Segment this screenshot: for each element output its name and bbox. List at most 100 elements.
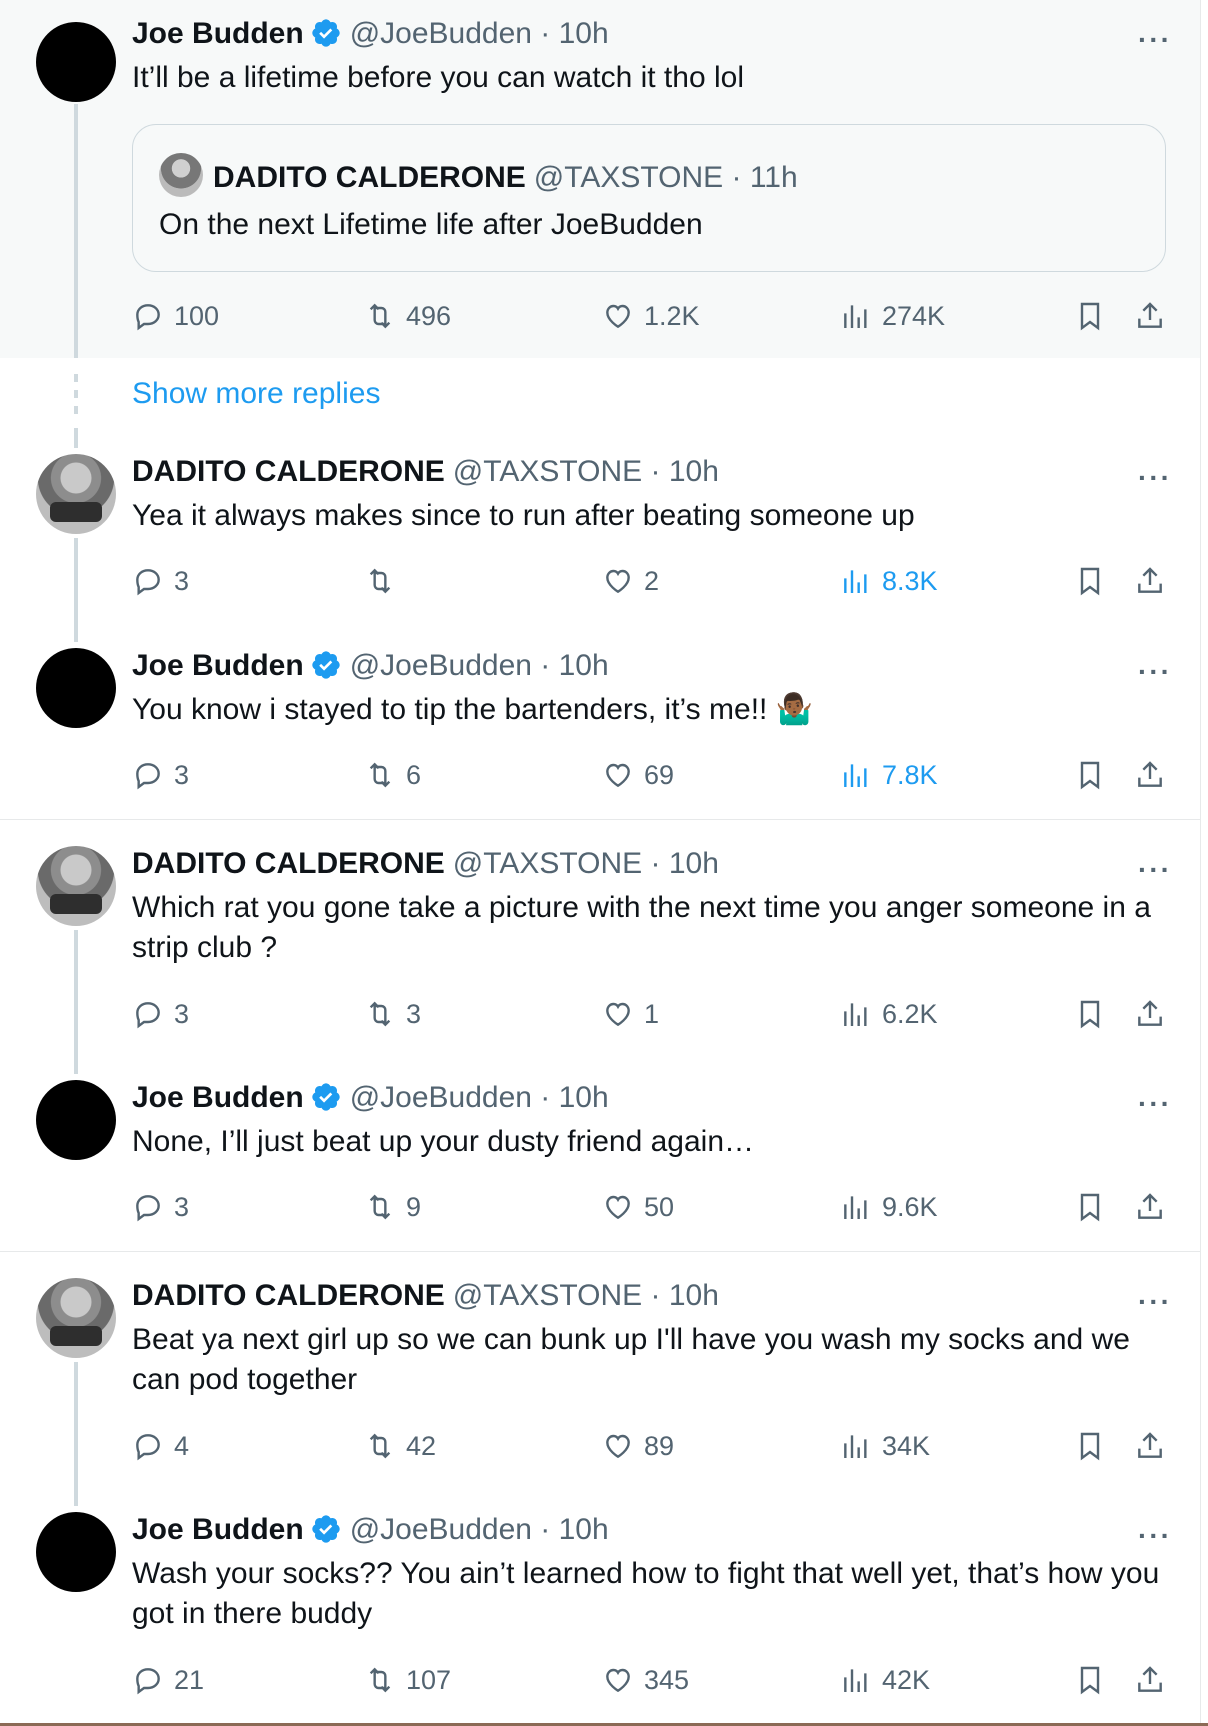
bookmark-button[interactable] bbox=[1074, 1187, 1106, 1227]
views-button[interactable]: 34K bbox=[840, 1426, 930, 1466]
tweet-header: DADITO CALDERONE @TAXSTONE · 10h bbox=[132, 452, 1170, 492]
tweet-dadito-2[interactable]: DADITO CALDERONE @TAXSTONE · 10h ··· Whic… bbox=[0, 840, 1200, 1074]
views-button[interactable]: 42K bbox=[840, 1660, 930, 1700]
views-button[interactable]: 6.2K bbox=[840, 994, 938, 1034]
more-icon[interactable]: ··· bbox=[1138, 464, 1172, 492]
share-button[interactable] bbox=[1134, 994, 1166, 1034]
bookmark-button[interactable] bbox=[1074, 755, 1106, 795]
author-name[interactable]: Joe Budden bbox=[132, 17, 304, 50]
like-button[interactable]: 69 bbox=[602, 755, 674, 795]
reply-button[interactable]: 3 bbox=[132, 755, 189, 795]
like-icon bbox=[606, 304, 630, 329]
action-bar: 3 9 50 9.6K bbox=[132, 1187, 1172, 1227]
retweet-icon bbox=[369, 1194, 391, 1220]
author-handle[interactable]: @JoeBudden · 10h bbox=[350, 1081, 609, 1114]
view-count: 274K bbox=[882, 300, 946, 331]
retweet-button[interactable] bbox=[364, 561, 406, 601]
views-icon bbox=[844, 764, 867, 787]
tweet-dadito-3[interactable]: DADITO CALDERONE @TAXSTONE · 10h ··· Beat… bbox=[0, 1272, 1200, 1506]
action-bar: 21 107 345 42K bbox=[132, 1660, 1172, 1700]
author-name[interactable]: DADITO CALDERONE bbox=[132, 1279, 445, 1312]
tweet-joe-1[interactable]: Joe Budden @JoeBudden · 10h ··· It’ll be … bbox=[0, 0, 1200, 358]
author-name[interactable]: Joe Budden bbox=[132, 1081, 304, 1114]
more-icon[interactable]: ··· bbox=[1138, 1288, 1172, 1316]
quoted-tweet[interactable]: DADITO CALDERONE @TAXSTONE · 11h On the n… bbox=[132, 124, 1166, 272]
views-button[interactable]: 9.6K bbox=[840, 1187, 938, 1227]
view-count: 7.8K bbox=[882, 759, 938, 790]
retweet-icon bbox=[369, 1667, 391, 1693]
retweet-button[interactable]: 3 bbox=[364, 994, 421, 1034]
thread-line bbox=[74, 104, 78, 358]
author-handle[interactable]: @JoeBudden · 10h bbox=[350, 649, 609, 682]
bookmark-button[interactable] bbox=[1074, 561, 1106, 601]
share-button[interactable] bbox=[1134, 1187, 1166, 1227]
views-button[interactable]: 7.8K bbox=[820, 741, 938, 807]
reply-count: 3 bbox=[174, 1191, 190, 1222]
more-icon[interactable]: ··· bbox=[1138, 26, 1172, 54]
avatar[interactable] bbox=[36, 454, 116, 534]
more-icon[interactable]: ··· bbox=[1138, 856, 1172, 884]
author-handle[interactable]: @JoeBudden · 10h bbox=[350, 1513, 609, 1546]
reply-button[interactable]: 4 bbox=[132, 1426, 189, 1466]
more-icon[interactable]: ··· bbox=[1138, 1090, 1172, 1118]
tweet-joe-2[interactable]: Joe Budden @JoeBudden · 10h ··· You know … bbox=[0, 642, 1200, 820]
tweet-text: You know i stayed to tip the bartenders,… bbox=[132, 693, 814, 726]
more-icon[interactable]: ··· bbox=[1138, 658, 1172, 686]
author-name[interactable]: DADITO CALDERONE bbox=[132, 455, 445, 488]
like-button[interactable]: 1 bbox=[602, 994, 659, 1034]
reply-count: 100 bbox=[174, 300, 220, 331]
show-more-replies-link[interactable]: Show more replies bbox=[132, 374, 380, 414]
share-button[interactable] bbox=[1134, 561, 1166, 601]
retweet-button[interactable]: 107 bbox=[364, 1660, 451, 1700]
action-bar: 3 6 69 7.8K bbox=[132, 741, 1172, 807]
like-button[interactable]: 2 bbox=[602, 561, 659, 601]
retweet-button[interactable]: 42 bbox=[364, 1426, 436, 1466]
like-button[interactable]: 345 bbox=[602, 1660, 689, 1700]
bookmark-button[interactable] bbox=[1074, 1426, 1106, 1466]
avatar[interactable] bbox=[36, 22, 116, 102]
author-handle[interactable]: @TAXSTONE · 10h bbox=[453, 1279, 719, 1312]
bookmark-button[interactable] bbox=[1074, 1660, 1106, 1700]
share-icon bbox=[1138, 567, 1162, 593]
retweet-count: 3 bbox=[406, 998, 422, 1029]
avatar[interactable] bbox=[36, 1512, 116, 1592]
like-button[interactable]: 89 bbox=[602, 1426, 674, 1466]
reply-button[interactable]: 100 bbox=[132, 296, 219, 336]
avatar[interactable] bbox=[36, 846, 116, 926]
reply-button[interactable]: 3 bbox=[132, 561, 189, 601]
author-handle[interactable]: @TAXSTONE · 10h bbox=[453, 847, 719, 880]
avatar[interactable] bbox=[36, 1080, 116, 1160]
reply-icon bbox=[136, 569, 160, 596]
tweet-dadito-1[interactable]: DADITO CALDERONE @TAXSTONE · 10h ··· Yea … bbox=[0, 448, 1200, 642]
share-button[interactable] bbox=[1134, 755, 1166, 795]
share-button[interactable] bbox=[1134, 1426, 1166, 1466]
author-name[interactable]: DADITO CALDERONE bbox=[132, 847, 445, 880]
like-button[interactable]: 1.2K bbox=[602, 296, 700, 336]
tweet-joe-4[interactable]: Joe Budden @JoeBudden · 10h ··· Wash your… bbox=[0, 1506, 1200, 1720]
like-button[interactable]: 50 bbox=[602, 1187, 674, 1227]
reply-button[interactable]: 3 bbox=[132, 994, 189, 1034]
author-handle[interactable]: @TAXSTONE · 10h bbox=[453, 455, 719, 488]
share-icon bbox=[1138, 1000, 1162, 1026]
bookmark-icon bbox=[1080, 1000, 1100, 1029]
share-button[interactable] bbox=[1134, 1660, 1166, 1700]
views-button[interactable]: 8.3K bbox=[820, 547, 938, 613]
share-button[interactable] bbox=[1134, 296, 1166, 336]
author-name[interactable]: Joe Budden bbox=[132, 649, 304, 682]
retweet-button[interactable]: 6 bbox=[364, 755, 421, 795]
bookmark-button[interactable] bbox=[1074, 994, 1106, 1034]
reply-button[interactable]: 21 bbox=[132, 1660, 204, 1700]
tweet-joe-3[interactable]: Joe Budden @JoeBudden · 10h ··· None, I’l… bbox=[0, 1074, 1200, 1252]
more-icon[interactable]: ··· bbox=[1138, 1522, 1172, 1550]
bookmark-button[interactable] bbox=[1074, 296, 1106, 336]
retweet-button[interactable]: 9 bbox=[364, 1187, 421, 1227]
reply-button[interactable]: 3 bbox=[132, 1187, 189, 1227]
author-handle[interactable]: @JoeBudden · 10h bbox=[350, 17, 609, 50]
avatar[interactable] bbox=[36, 648, 116, 728]
retweet-button[interactable]: 496 bbox=[364, 296, 451, 336]
avatar[interactable] bbox=[36, 1278, 116, 1358]
author-name[interactable]: Joe Budden bbox=[132, 1513, 304, 1546]
views-button[interactable]: 274K bbox=[840, 296, 945, 336]
tweet-text: Beat ya next girl up so we can bunk up I… bbox=[132, 1323, 1130, 1396]
tweet-text: It’ll be a lifetime before you can watch… bbox=[132, 61, 744, 94]
